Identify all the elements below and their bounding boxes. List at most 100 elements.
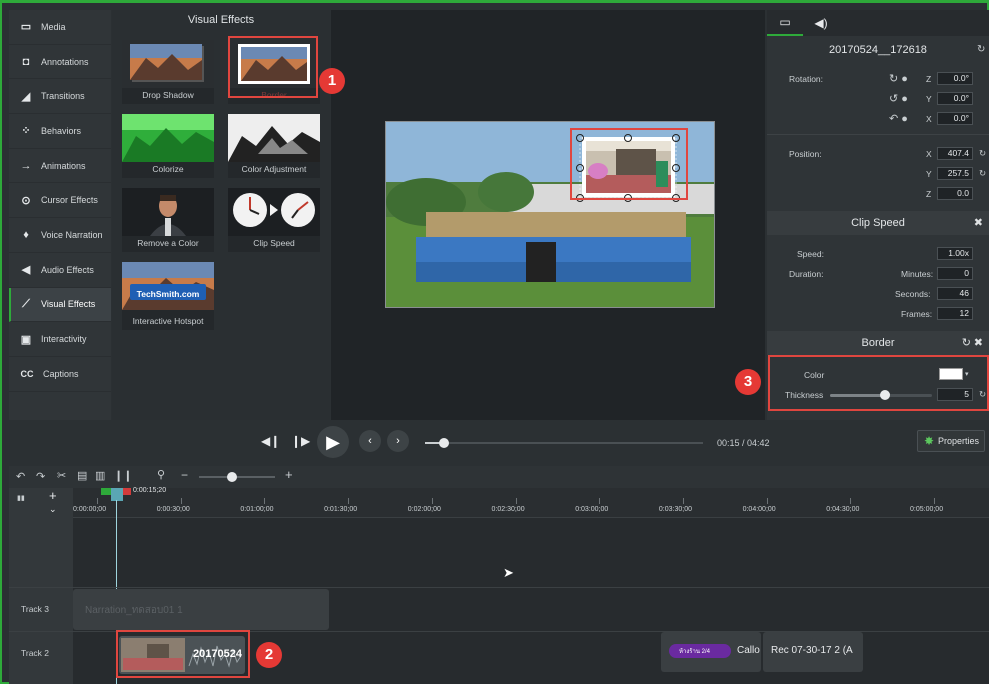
redo-icon[interactable]: ↷ <box>36 470 45 483</box>
zoom-slider-knob[interactable] <box>227 472 237 482</box>
frames-label: Frames: <box>901 309 933 319</box>
callout-clip[interactable]: ห้างร้าน 2/4 Callo <box>661 632 761 672</box>
ruler-tick-mark <box>766 498 768 504</box>
zoom-icon[interactable]: ⚲ <box>157 468 165 481</box>
sidebar-item-animations[interactable]: → Animations <box>9 149 111 184</box>
recording-clip[interactable]: Rec 07-30-17 2 (A <box>763 632 863 672</box>
effect-color-adjustment[interactable]: Color Adjustment <box>228 114 320 178</box>
visual-properties-tab[interactable]: ▭ <box>767 10 803 36</box>
copy-icon[interactable]: ▤ <box>77 469 87 482</box>
collapse-icon[interactable]: ⌄ <box>49 504 57 515</box>
ruler-tick-mark <box>515 498 517 504</box>
timeline-toolbar: ↶ ↷ ✂ ▤ ▥ ❙❙ ⚲ − + <box>9 466 989 488</box>
rotation-x-input[interactable]: 0.0° <box>937 112 973 125</box>
seconds-input[interactable]: 46 <box>937 287 973 300</box>
effect-drop-shadow[interactable]: Drop Shadow <box>122 40 214 104</box>
speed-input[interactable]: 1.00x <box>937 247 973 260</box>
gear-icon: ✸ <box>924 434 935 448</box>
drop-shadow-thumbnail <box>122 40 214 88</box>
effect-remove-a-color[interactable]: Remove a Color <box>122 188 214 252</box>
reset-icon[interactable]: ↻ <box>977 44 985 55</box>
sidebar-item-behaviors[interactable]: ⁘ Behaviors <box>9 114 111 149</box>
scrub-knob[interactable] <box>439 438 450 448</box>
zoom-in-icon[interactable]: + <box>285 467 293 482</box>
narration-clip-label: Narration_ทดสอบ01 1 <box>85 605 183 616</box>
ruler-tick-mark <box>599 498 601 504</box>
next-marker-button[interactable]: › <box>387 430 409 452</box>
sidebar-item-cursor-effects[interactable]: ⊙ Cursor Effects <box>9 183 111 219</box>
play-button[interactable]: ▶ <box>317 426 349 458</box>
ruler-tick-label: 0:04:30;00 <box>826 506 860 513</box>
rotate-y-icon[interactable]: ↺ ● <box>889 92 908 105</box>
step-forward-icon[interactable]: ❙▶ <box>291 434 310 448</box>
rotation-y-input[interactable]: 0.0° <box>937 92 973 105</box>
clip-name: 20170524__172618 <box>829 44 927 56</box>
sidebar-item-visual-effects[interactable]: ⟋ Visual Effects <box>9 287 111 323</box>
panel-title: Visual Effects <box>187 14 255 26</box>
add-track-icon[interactable]: + <box>49 488 57 503</box>
split-icon[interactable]: ❙❙ <box>114 469 132 482</box>
time-readout: 00:15 / 04:42 <box>717 438 770 448</box>
colorize-thumbnail <box>122 114 214 162</box>
ruler-tick-mark <box>97 498 98 504</box>
link-icon[interactable]: ↻ <box>979 148 986 159</box>
rotate-z-icon[interactable]: ↻ ● <box>889 72 908 85</box>
playback-controls: ◀❙ ❙▶ ▶ ‹ › 00:15 / 04:42 ✸ Properties <box>9 420 989 466</box>
effect-colorize[interactable]: Colorize <box>122 114 214 178</box>
previous-marker-button[interactable]: ‹ <box>359 430 381 452</box>
link-icon[interactable]: ↻ <box>979 168 986 179</box>
seconds-label: Seconds: <box>895 289 931 299</box>
sidebar-item-voice-narration[interactable]: ♦ Voice Narration <box>9 218 111 253</box>
callout-clip-label: Callo <box>737 645 760 656</box>
cc-icon: CC <box>20 368 34 379</box>
ruler-tick-mark <box>850 498 852 504</box>
rotation-z-input[interactable]: 0.0° <box>937 72 973 85</box>
playhead-handle[interactable] <box>111 488 123 501</box>
annotation-box-clip <box>116 630 250 678</box>
playhead-time: 0:00:15;20 <box>133 487 167 494</box>
undo-icon[interactable]: ↶ <box>16 470 25 483</box>
position-z-input[interactable]: 0.0 <box>937 187 973 200</box>
sidebar-item-captions[interactable]: CC Captions <box>9 357 111 392</box>
track-height-icon[interactable]: ▮▮ <box>17 494 25 502</box>
sidebar-item-audio-effects[interactable]: ◀ Audio Effects <box>9 253 111 288</box>
ruler-tick-label: 0:03:30;00 <box>658 506 692 513</box>
rotate-x-icon[interactable]: ↶ ● <box>889 112 908 125</box>
sidebar-item-annotations[interactable]: ◘ Annotations <box>9 45 111 80</box>
selection-end[interactable] <box>123 488 131 495</box>
properties-button[interactable]: ✸ Properties <box>917 430 985 452</box>
paste-icon[interactable]: ▥ <box>95 469 105 482</box>
effect-interactive-hotspot[interactable]: TechSmith.com Interactive Hotspot <box>122 262 214 330</box>
ruler-tick-label: 0:01:30;00 <box>324 506 358 513</box>
sidebar-item-transitions[interactable]: ◢ Transitions <box>9 79 111 115</box>
sidebar-item-interactivity[interactable]: ▣ Interactivity <box>9 322 111 357</box>
zoom-out-icon[interactable]: − <box>181 468 188 482</box>
recording-clip-label: Rec 07-30-17 2 (A <box>771 645 853 656</box>
frames-input[interactable]: 12 <box>937 307 973 320</box>
minutes-label: Minutes: <box>901 269 934 279</box>
reset-icon[interactable]: ↻ <box>962 331 971 355</box>
callout-1: 1 <box>319 68 345 94</box>
close-icon[interactable]: ✖ <box>974 331 983 355</box>
step-back-icon[interactable]: ◀❙ <box>261 434 280 448</box>
narration-clip[interactable]: Narration_ทดสอบ01 1 <box>73 589 329 630</box>
remove-color-thumbnail <box>122 188 214 236</box>
timeline-ruler[interactable]: 0:00:00;00 0:00:30;00 0:01:00;00 0:01:30;00… <box>73 487 989 518</box>
callout-tag: ห้างร้าน 2/4 <box>679 649 710 655</box>
cut-icon[interactable]: ✂ <box>57 469 66 482</box>
border-header: Border ↻ ✖ <box>767 331 989 355</box>
ruler-tick-mark <box>264 498 266 504</box>
annotation-box-overlay <box>570 128 688 200</box>
hotspot-thumbnail <box>122 262 214 310</box>
cursor-icon: ⊙ <box>21 194 31 207</box>
effect-clip-speed[interactable]: Clip Speed <box>228 188 320 252</box>
position-y-input[interactable]: 257.5 <box>937 167 973 180</box>
close-icon[interactable]: ✖ <box>974 211 983 235</box>
scrub-bar[interactable] <box>425 438 703 448</box>
clip-speed-header: Clip Speed ✖ <box>767 211 989 235</box>
minutes-input[interactable]: 0 <box>937 267 973 280</box>
sidebar-item-media[interactable]: ▭ Media <box>9 10 111 45</box>
zoom-slider[interactable] <box>199 472 275 482</box>
audio-properties-tab[interactable]: ◀) <box>803 10 839 36</box>
position-x-input[interactable]: 407.4 <box>937 147 973 160</box>
